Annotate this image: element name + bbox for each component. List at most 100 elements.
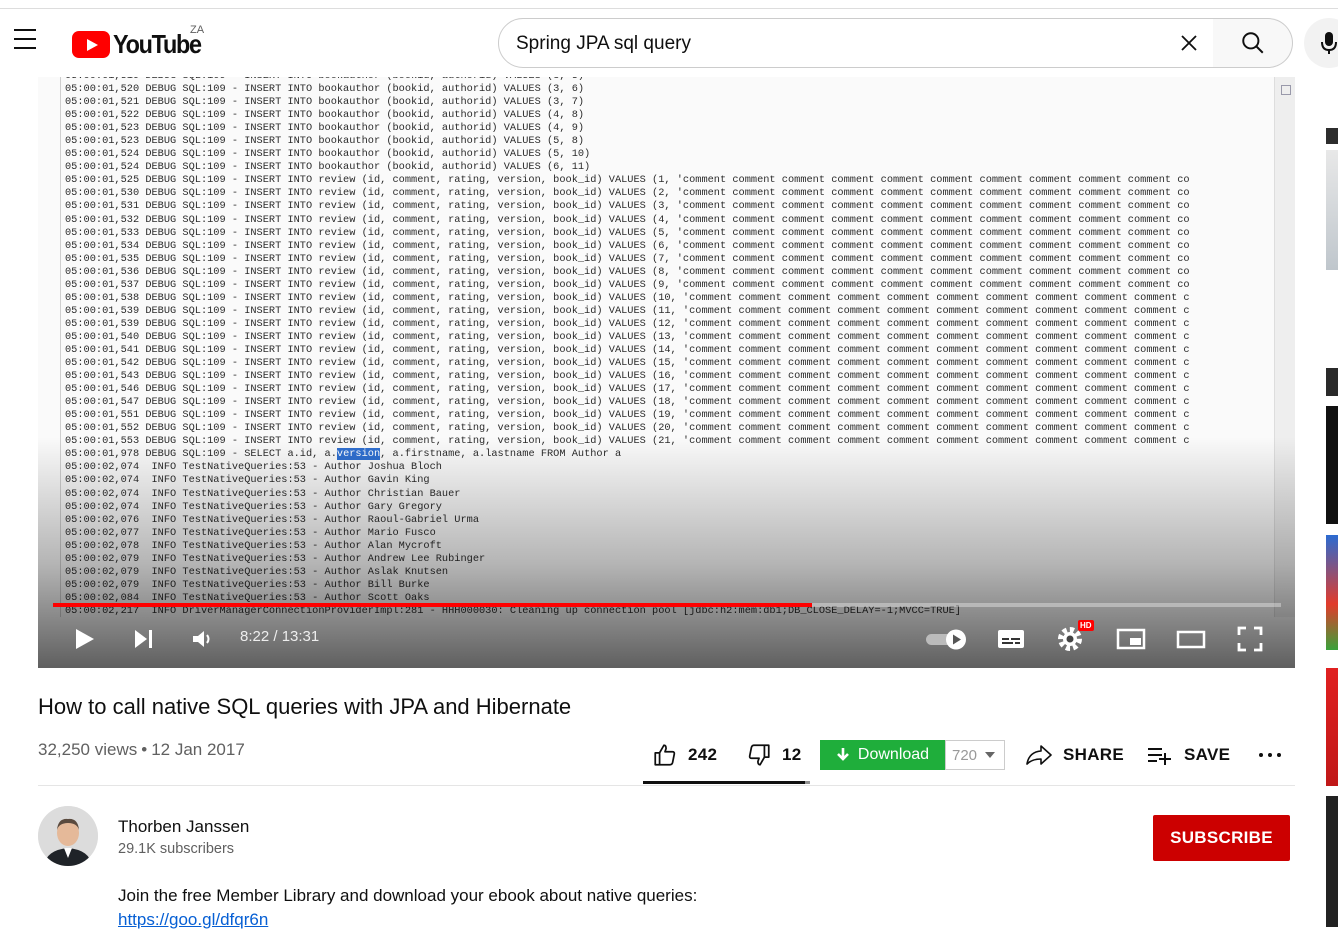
dislike-ratio-segment: [805, 781, 810, 784]
editor-gutter-line: [60, 77, 61, 617]
search-icon: [1241, 32, 1263, 54]
console-line: 05:00:01,522 DEBUG SQL:109 - INSERT INTO…: [65, 109, 585, 122]
sidebar-thumb-fragment[interactable]: [1326, 668, 1338, 786]
thumbs-down-icon: [748, 744, 770, 766]
console-line: 05:00:01,551 DEBUG SQL:109 - INSERT INTO…: [65, 409, 1190, 422]
save-button[interactable]: SAVE: [1146, 735, 1230, 775]
thumbs-up-icon: [654, 744, 676, 766]
video-frame-console: 05:00:01,519 DEBUG SQL:109 - INSERT INTO…: [38, 77, 1295, 668]
editor-scroll-button: [1281, 85, 1291, 95]
console-line: 05:00:02,076 INFO TestNativeQueries:53 -…: [65, 513, 480, 526]
console-log: 05:00:01,519 DEBUG SQL:109 - INSERT INTO…: [65, 77, 1265, 618]
youtube-play-icon: [72, 30, 110, 58]
console-line: 05:00:02,078 INFO TestNativeQueries:53 -…: [65, 539, 442, 552]
console-line: 05:00:01,541 DEBUG SQL:109 - INSERT INTO…: [65, 343, 1190, 356]
miniplayer-icon[interactable]: [1114, 625, 1148, 653]
console-line: 05:00:01,531 DEBUG SQL:109 - INSERT INTO…: [65, 200, 1190, 213]
channel-avatar[interactable]: [38, 806, 98, 866]
download-arrow-icon: [837, 748, 849, 761]
playlist-add-icon: [1148, 748, 1171, 765]
console-line: 05:00:01,523 DEBUG SQL:109 - INSERT INTO…: [65, 135, 585, 148]
theater-mode-icon[interactable]: [1174, 625, 1208, 653]
video-title: How to call native SQL queries with JPA …: [38, 694, 572, 719]
console-line: 05:00:01,542 DEBUG SQL:109 - INSERT INTO…: [65, 357, 1190, 370]
section-divider: [38, 785, 1295, 786]
like-button[interactable]: 242: [652, 735, 717, 775]
sidebar-thumb-fragment[interactable]: [1326, 150, 1338, 270]
console-line: 05:00:01,553 DEBUG SQL:109 - INSERT INTO…: [65, 435, 1190, 448]
console-line: 05:00:02,079 INFO TestNativeQueries:53 -…: [65, 552, 486, 565]
microphone-icon: [1321, 32, 1337, 54]
console-line: 05:00:01,540 DEBUG SQL:109 - INSERT INTO…: [65, 330, 1190, 343]
console-line: 05:00:01,519 DEBUG SQL:109 - INSERT INTO…: [65, 77, 584, 82]
more-actions-button[interactable]: [1257, 735, 1283, 775]
quality-select[interactable]: 720: [945, 740, 1005, 770]
sidebar-thumb-fragment[interactable]: [1326, 535, 1338, 650]
search-button[interactable]: [1213, 18, 1293, 68]
video-player[interactable]: 05:00:01,519 DEBUG SQL:109 - INSERT INTO…: [38, 77, 1295, 668]
region-code: ZA: [190, 24, 205, 36]
dislike-count: 12: [782, 745, 802, 764]
console-line: 05:00:01,523 DEBUG SQL:109 - INSERT INTO…: [65, 122, 585, 135]
console-line: 05:00:01,546 DEBUG SQL:109 - INSERT INTO…: [65, 383, 1190, 396]
clear-search-icon[interactable]: [1177, 31, 1201, 55]
save-label: SAVE: [1184, 745, 1231, 764]
like-count: 242: [688, 745, 718, 764]
console-line: 05:00:01,536 DEBUG SQL:109 - INSERT INTO…: [65, 265, 1190, 278]
console-line: 05:00:02,074 INFO TestNativeQueries:53 -…: [65, 461, 442, 474]
description-link[interactable]: https://goo.gl/dfqr6n: [118, 910, 268, 930]
console-line: 05:00:02,074 INFO TestNativeQueries:53 -…: [65, 500, 442, 513]
console-line: 05:00:02,077 INFO TestNativeQueries:53 -…: [65, 526, 436, 539]
console-line: 05:00:01,539 DEBUG SQL:109 - INSERT INTO…: [65, 304, 1190, 317]
sidebar-thumb-fragment[interactable]: [1326, 368, 1338, 396]
console-line: 05:00:01,543 DEBUG SQL:109 - INSERT INTO…: [65, 370, 1190, 383]
share-button[interactable]: SHARE: [1025, 735, 1124, 775]
description-text: Join the free Member Library and downloa…: [118, 886, 698, 905]
logo-text: YouTube: [113, 28, 202, 59]
quality-value: 720: [952, 746, 978, 764]
channel-name[interactable]: Thorben Janssen: [118, 817, 249, 837]
console-line: 05:00:01,547 DEBUG SQL:109 - INSERT INTO…: [65, 396, 1190, 409]
subtitles-icon[interactable]: [994, 625, 1028, 653]
search-input[interactable]: [514, 27, 1158, 61]
fullscreen-icon[interactable]: [1234, 625, 1266, 653]
sidebar-thumb-fragment[interactable]: [1326, 406, 1338, 524]
sidebar-thumb-fragment[interactable]: [1326, 796, 1338, 927]
share-label: SHARE: [1063, 745, 1125, 764]
console-line: 05:00:01,552 DEBUG SQL:109 - INSERT INTO…: [65, 422, 1190, 435]
more-horizontal-icon: [1259, 753, 1281, 757]
autoplay-toggle[interactable]: [924, 625, 970, 653]
time-display: 8:22 / 13:31: [240, 628, 320, 645]
dislike-button[interactable]: 12: [746, 735, 802, 775]
play-icon[interactable]: [68, 625, 100, 653]
console-line: 05:00:02,079 INFO TestNativeQueries:53 -…: [65, 578, 430, 591]
voice-search-button[interactable]: [1304, 18, 1338, 68]
menu-icon[interactable]: [12, 29, 40, 53]
chevron-down-icon: [985, 752, 995, 758]
next-video-icon[interactable]: [129, 625, 157, 653]
hd-badge: HD: [1078, 620, 1094, 631]
console-line: 05:00:01,525 DEBUG SQL:109 - INSERT INTO…: [65, 174, 1190, 187]
console-line: 05:00:02,074 INFO TestNativeQueries:53 -…: [65, 474, 430, 487]
console-line: 05:00:01,535 DEBUG SQL:109 - INSERT INTO…: [65, 252, 1190, 265]
like-ratio-bar: [643, 781, 810, 784]
masthead: YouTube ZA: [0, 9, 1338, 77]
progress-bar[interactable]: [53, 603, 1281, 607]
volume-icon[interactable]: [188, 625, 216, 653]
subscriber-count: 29.1K subscribers: [118, 841, 235, 857]
console-line: 05:00:01,530 DEBUG SQL:109 - INSERT INTO…: [65, 187, 1190, 200]
subscribe-button[interactable]: SUBSCRIBE: [1153, 815, 1290, 861]
download-button[interactable]: Download: [820, 740, 945, 770]
console-line: 05:00:01,978 DEBUG SQL:109 - SELECT a.id…: [65, 448, 622, 461]
console-line: 05:00:01,524 DEBUG SQL:109 - INSERT INTO…: [65, 161, 591, 174]
progress-played: [53, 603, 812, 607]
selected-text: version: [336, 448, 381, 461]
sidebar-thumb-fragment[interactable]: [1326, 128, 1338, 144]
console-line: 05:00:01,534 DEBUG SQL:109 - INSERT INTO…: [65, 239, 1190, 252]
download-label: Download: [857, 746, 930, 763]
console-line: 05:00:01,524 DEBUG SQL:109 - INSERT INTO…: [65, 148, 591, 161]
action-bar: 242 12 SHARE SAVE: [0, 735, 1338, 775]
search-box: [498, 18, 1214, 68]
console-line: 05:00:01,533 DEBUG SQL:109 - INSERT INTO…: [65, 226, 1190, 239]
console-line: 05:00:02,079 INFO TestNativeQueries:53 -…: [65, 565, 449, 578]
